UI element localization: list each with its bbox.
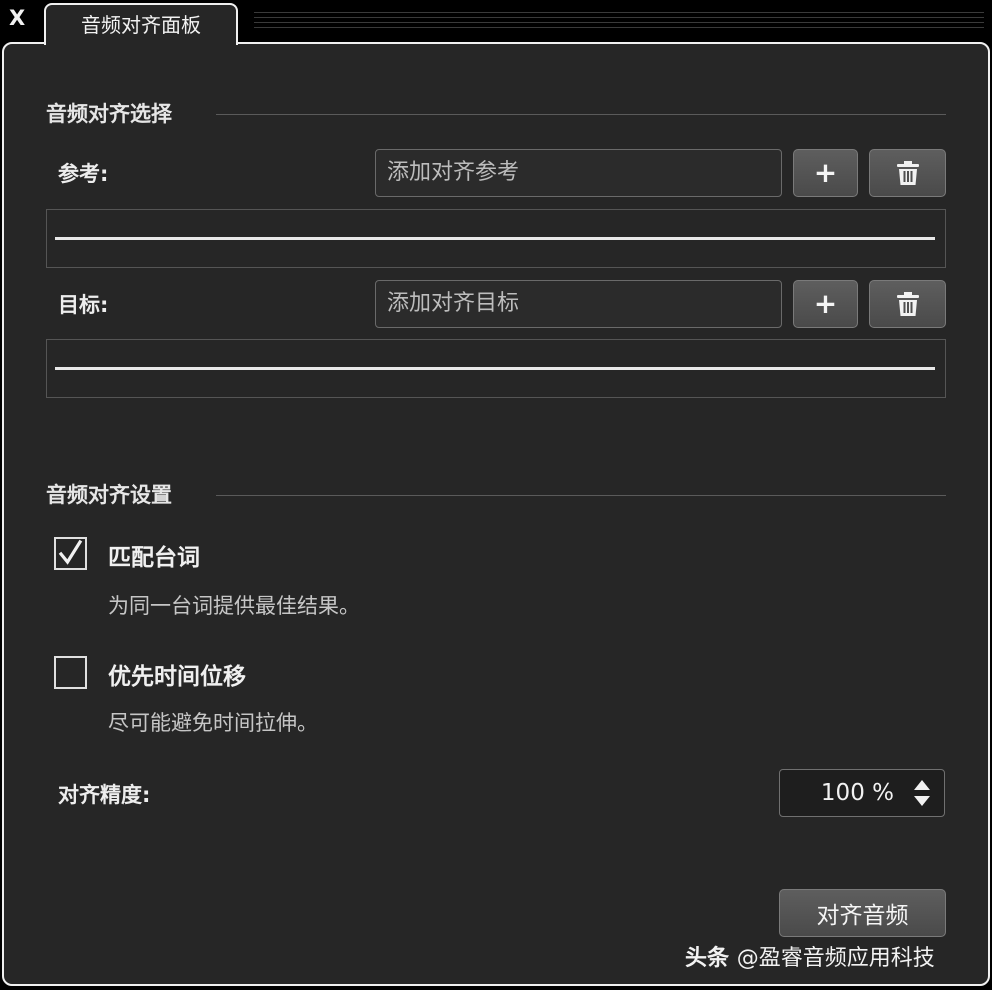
plus-icon: + (813, 156, 838, 189)
add-target-button[interactable]: + (793, 280, 858, 328)
selection-section-rule (216, 114, 946, 115)
prefer-time-shift-label: 优先时间位移 (108, 664, 246, 690)
prefer-time-shift-checkbox[interactable] (54, 656, 87, 689)
delete-reference-button[interactable] (869, 149, 946, 197)
trash-icon (896, 161, 919, 185)
watermark-brand: 头条 (685, 946, 730, 971)
trash-icon (896, 292, 919, 316)
delete-target-button[interactable] (869, 280, 946, 328)
checkmark-icon (58, 539, 83, 565)
match-dialogue-checkbox[interactable] (54, 537, 87, 570)
precision-stepper[interactable]: 100 % (779, 769, 945, 817)
settings-section-rule (216, 495, 946, 496)
close-button[interactable]: X (9, 6, 29, 30)
settings-section-title: 音频对齐设置 (46, 483, 172, 507)
prefer-time-shift-description: 尽可能避免时间拉伸。 (108, 711, 318, 735)
stepper-arrows-icon[interactable] (913, 778, 931, 808)
plus-icon: + (813, 287, 838, 320)
tab-audio-alignment[interactable]: 音频对齐面板 (44, 3, 238, 45)
reference-input[interactable]: 添加对齐参考 (375, 149, 782, 197)
reference-track[interactable] (46, 209, 946, 268)
reference-label: 参考: (58, 162, 109, 186)
precision-value: 100 % (820, 780, 894, 806)
reference-waveform-line (55, 237, 935, 240)
watermark-handle: @盈睿音频应用科技 (736, 946, 935, 971)
match-dialogue-description: 为同一台词提供最佳结果。 (108, 594, 360, 618)
add-reference-button[interactable]: + (793, 149, 858, 197)
align-audio-button[interactable]: 对齐音频 (779, 889, 946, 937)
target-label: 目标: (58, 293, 109, 317)
watermark: 头条 @盈睿音频应用科技 (685, 940, 935, 972)
target-waveform-line (55, 367, 935, 370)
tab-bar-grip (254, 12, 984, 32)
precision-label: 对齐精度: (58, 783, 151, 807)
selection-section-title: 音频对齐选择 (46, 102, 172, 126)
match-dialogue-label: 匹配台词 (108, 545, 200, 571)
target-input[interactable]: 添加对齐目标 (375, 280, 782, 328)
target-track[interactable] (46, 339, 946, 398)
